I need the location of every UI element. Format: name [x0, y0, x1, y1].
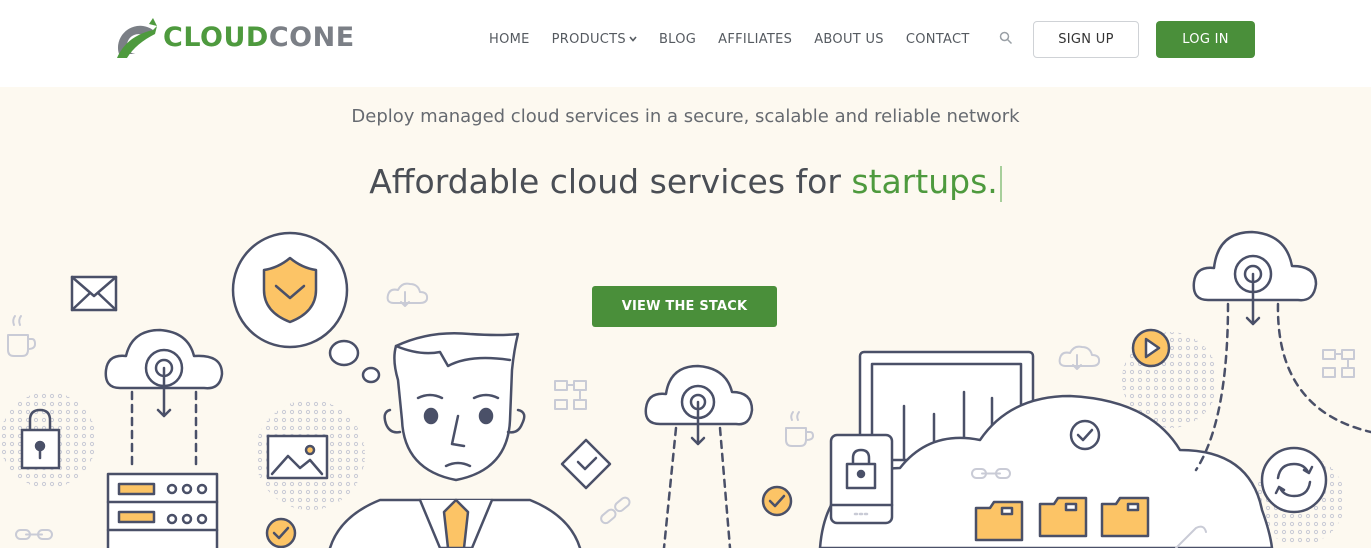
folder-icon [1038, 496, 1088, 538]
main-nav: HOME PRODUCTS BLOG AFFILIATES ABOUT US C… [489, 30, 992, 48]
cloud-upload-icon [104, 328, 224, 472]
check-badge-icon [265, 517, 297, 548]
chevron-down-icon [629, 36, 637, 42]
server-rack-icon [106, 472, 219, 548]
folder-icon [974, 500, 1024, 542]
refresh-icon [1260, 446, 1328, 514]
signup-button[interactable]: SIGN UP [1033, 21, 1139, 58]
brand-name: CLOUDCONE [163, 21, 355, 53]
hero-title-accent: startups. [851, 162, 998, 201]
coffee-icon [7, 315, 36, 357]
person-illustration [328, 331, 582, 548]
hero-title: Affordable cloud services for startups. [0, 162, 1371, 202]
nav-products-label: PRODUCTS [551, 31, 626, 47]
site-header: CLOUDCONE HOME PRODUCTS BLOG AFFILIATES … [0, 0, 1371, 87]
flowchart-icon [1322, 349, 1355, 378]
check-badge-icon [761, 485, 793, 517]
login-button[interactable]: LOG IN [1156, 21, 1255, 58]
view-stack-button[interactable]: VIEW THE STACK [592, 286, 777, 327]
hero-subtitle: Deploy managed cloud services in a secur… [351, 106, 1020, 127]
shield-icon [231, 231, 381, 384]
typing-caret [999, 165, 1002, 202]
link-icon [15, 529, 53, 540]
nav-home[interactable]: HOME [489, 32, 530, 47]
cloud-download-icon [1058, 345, 1101, 370]
nav-affiliates[interactable]: AFFILIATES [718, 32, 792, 47]
image-icon [266, 434, 329, 480]
search-icon[interactable] [999, 31, 1013, 45]
link-icon [600, 496, 631, 525]
flowchart-icon [554, 380, 587, 410]
nav-contact[interactable]: CONTACT [906, 32, 970, 47]
phone-lock-icon [829, 433, 894, 525]
mail-icon [70, 275, 118, 312]
hero-illustration [0, 230, 1371, 548]
brand-logo[interactable]: CLOUDCONE [113, 14, 355, 60]
nav-blog[interactable]: BLOG [659, 32, 696, 47]
cloud-download-icon [386, 282, 429, 307]
cloudcone-logo-icon [117, 18, 157, 58]
diamond-check-icon [560, 438, 612, 490]
hero-title-prefix: Affordable cloud services for [369, 162, 852, 201]
coffee-icon [785, 411, 814, 447]
nav-about-us[interactable]: ABOUT US [814, 32, 884, 47]
folder-icon [1100, 496, 1150, 538]
nav-products[interactable]: PRODUCTS [552, 32, 637, 47]
cloud-upload-icon [644, 364, 754, 548]
play-icon [1131, 328, 1171, 368]
